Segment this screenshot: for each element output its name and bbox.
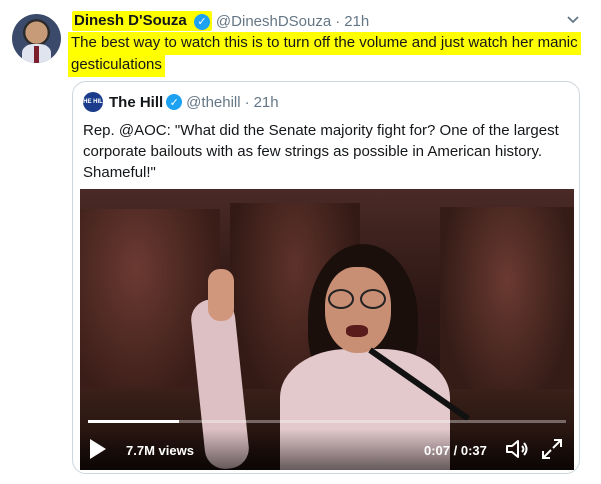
play-icon[interactable] bbox=[90, 439, 106, 459]
volume-muted-icon[interactable] bbox=[504, 437, 530, 461]
video-player[interactable]: 7.7M views 0:07 / 0:37 bbox=[80, 189, 574, 470]
avatar[interactable] bbox=[12, 14, 61, 63]
avatar-tie bbox=[34, 46, 39, 63]
verified-badge-icon: ✓ bbox=[193, 13, 210, 30]
quoted-tweet[interactable]: THE HILL The Hill ✓ @thehill · 21h Rep. … bbox=[72, 81, 580, 474]
separator-dot: · bbox=[335, 12, 341, 30]
video-timecode: 0:07 / 0:37 bbox=[424, 443, 487, 458]
quoted-tweet-header: THE HILL The Hill ✓ @thehill · 21h bbox=[80, 92, 279, 112]
verified-badge-icon: ✓ bbox=[166, 94, 183, 110]
video-speaker-hand bbox=[208, 269, 234, 321]
video-background-bench bbox=[440, 207, 574, 417]
video-controls: 7.7M views 0:07 / 0:37 bbox=[80, 429, 574, 470]
separator-dot: · bbox=[244, 93, 250, 111]
the-hill-logo-icon: THE HILL bbox=[80, 92, 107, 112]
video-view-count: 7.7M views bbox=[126, 443, 194, 458]
video-speaker-glasses bbox=[360, 289, 386, 309]
tweet-timestamp[interactable]: 21h bbox=[344, 13, 369, 30]
tweet[interactable]: Dinesh D'Souza ✓ @DineshDSouza · 21h The… bbox=[0, 0, 601, 484]
quoted-tweet-text: Rep. @AOC: "What did the Senate majority… bbox=[83, 122, 559, 181]
tweet-text: The best way to watch this is to turn of… bbox=[68, 32, 581, 77]
quoted-tweet-timestamp[interactable]: 21h bbox=[254, 94, 279, 111]
quoted-author-handle[interactable]: @thehill bbox=[186, 94, 240, 111]
author-handle[interactable]: @DineshDSouza bbox=[216, 13, 331, 30]
video-progress-fill bbox=[88, 420, 179, 423]
tweet-header: Dinesh D'Souza ✓ @DineshDSouza · 21h bbox=[72, 10, 369, 32]
video-speaker-glasses bbox=[328, 289, 354, 309]
fullscreen-icon[interactable] bbox=[540, 437, 564, 461]
author-name[interactable]: Dinesh D'Souza bbox=[74, 12, 187, 29]
video-speaker-mouth bbox=[346, 325, 368, 337]
tweet-text-highlighted: The best way to watch this is to turn of… bbox=[68, 32, 581, 77]
name-highlight: Dinesh D'Souza ✓ bbox=[72, 11, 212, 31]
video-progress-bar[interactable] bbox=[88, 420, 566, 423]
chevron-down-icon[interactable] bbox=[566, 12, 580, 26]
video-speaker-face bbox=[325, 267, 391, 353]
quoted-author-name[interactable]: The Hill bbox=[109, 94, 163, 111]
